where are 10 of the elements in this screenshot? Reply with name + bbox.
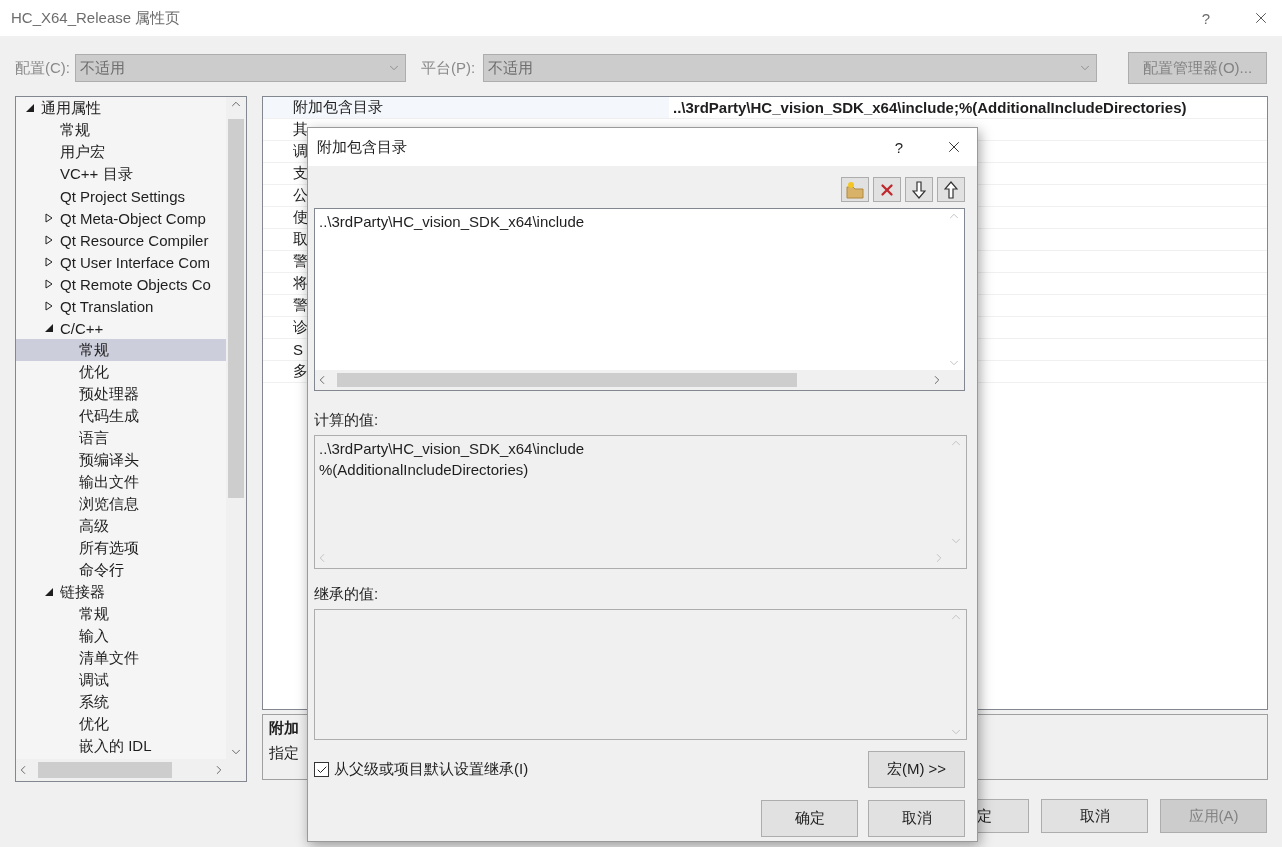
config-label: 配置(C): — [15, 58, 70, 78]
computed-value-line: %(AdditionalIncludeDirectories) — [319, 460, 530, 480]
description-text: 指定 — [269, 744, 299, 763]
computed-values-label: 计算的值: — [314, 411, 380, 430]
description-title: 附加 — [269, 719, 299, 738]
window-title: HC_X64_Release 属性页 — [11, 8, 182, 28]
dialog-title: 附加包含目录 — [317, 137, 408, 157]
computed-value-line: ..\3rdParty\HC_vision_SDK_x64\include — [319, 439, 586, 459]
platform-label: 平台(P): — [421, 58, 476, 78]
inherited-values-label: 继承的值: — [314, 585, 380, 604]
